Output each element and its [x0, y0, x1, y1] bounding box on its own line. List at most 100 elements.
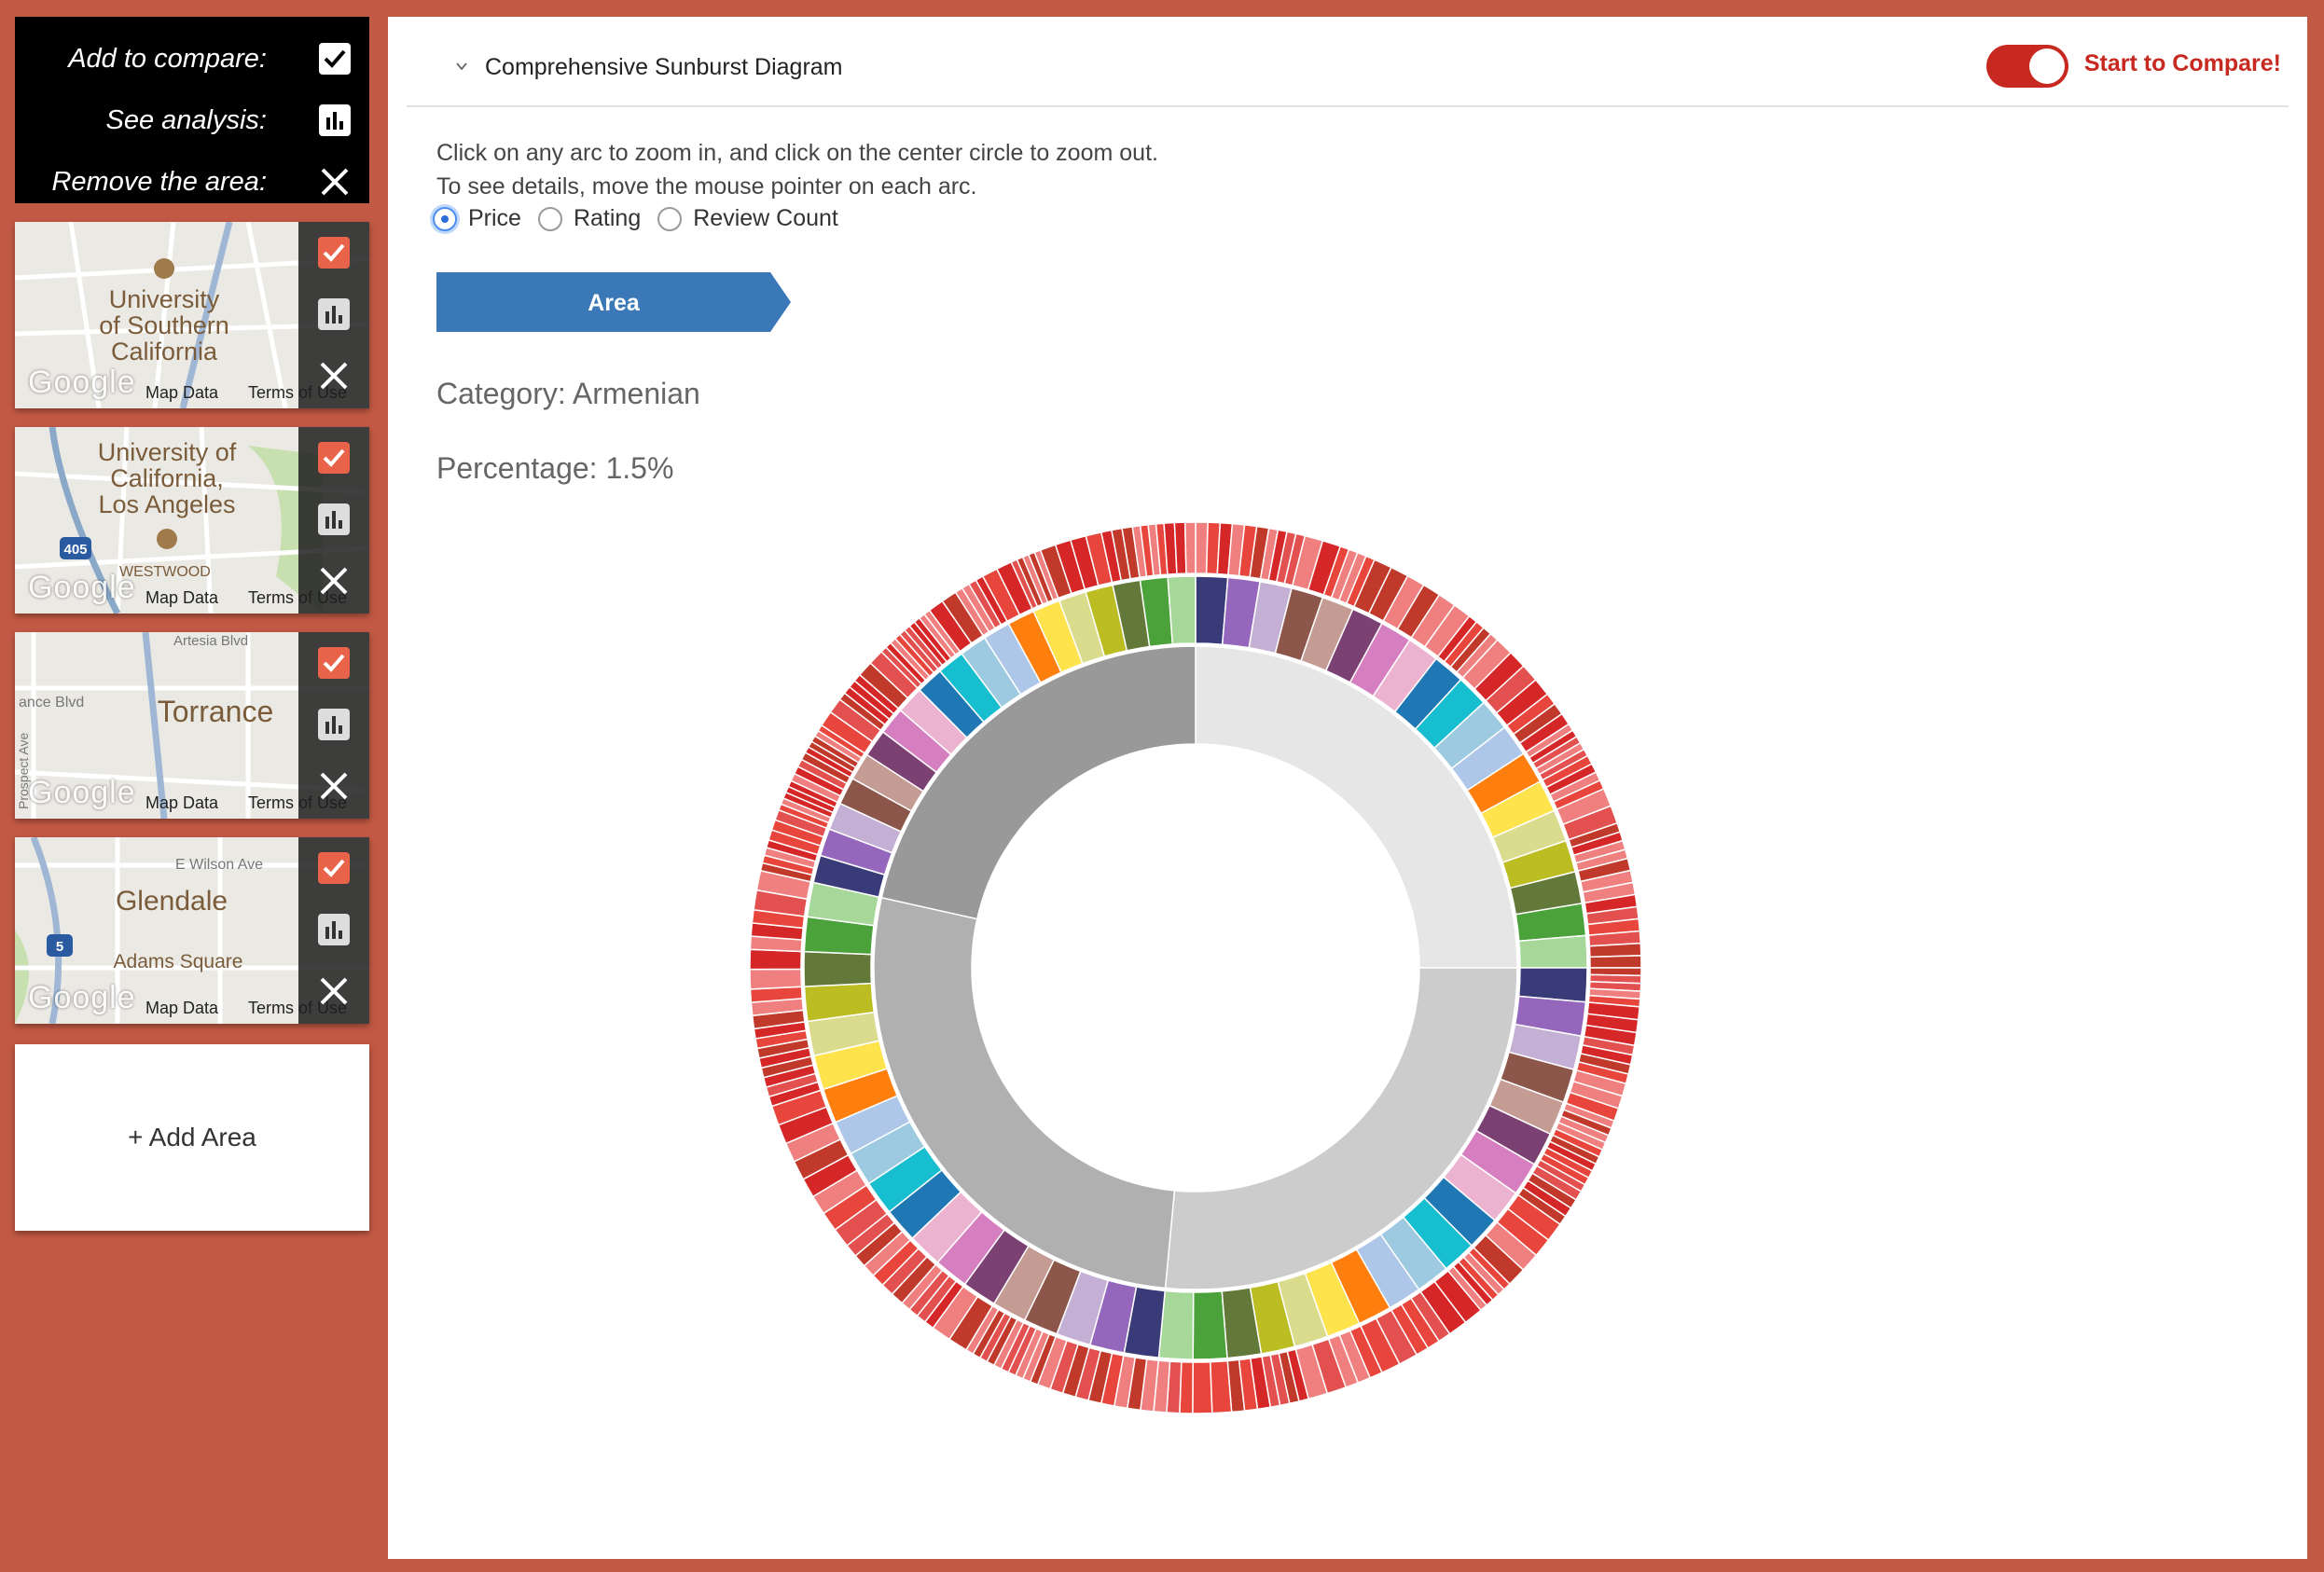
legend-analysis-label: See analysis:	[105, 104, 268, 135]
radio-rating[interactable]: Rating	[537, 205, 642, 232]
sunburst-arc-level2[interactable]	[803, 950, 873, 987]
analysis-button[interactable]	[316, 707, 352, 742]
map-street-label: E Wilson Ave	[175, 857, 263, 873]
close-icon	[320, 362, 348, 390]
radio-button[interactable]	[657, 206, 683, 231]
map-label-line: of Southern	[99, 311, 229, 339]
remove-area-button[interactable]	[316, 563, 352, 599]
analysis-button[interactable]	[316, 296, 352, 332]
compare-toggle[interactable]	[1986, 45, 2068, 88]
card-tools	[298, 632, 369, 819]
compare-toggle-label[interactable]: Start to Compare!	[2084, 50, 2281, 77]
instruction-details: To see details, move the mouse pointer o…	[436, 173, 977, 200]
bar-chart-icon	[318, 709, 350, 740]
map-label-line: Los Angeles	[98, 490, 235, 518]
remove-area-button[interactable]	[316, 973, 352, 1009]
breadcrumb[interactable]: Area	[436, 272, 791, 332]
map-label-line: California,	[110, 464, 224, 492]
close-icon	[317, 164, 353, 200]
compare-checkbox[interactable]	[316, 645, 352, 681]
analysis-button[interactable]	[316, 502, 352, 537]
sunburst-arc-level3[interactable]	[749, 968, 803, 990]
radio-button[interactable]	[537, 206, 562, 231]
radio-button-selected[interactable]	[433, 206, 457, 231]
sunburst-arc-level2[interactable]	[1192, 1290, 1228, 1360]
map-label-line: University of	[98, 438, 237, 466]
card-tools	[298, 837, 369, 1024]
legend-remove-label: Remove the area:	[51, 166, 267, 197]
freeway-shield: 5	[56, 939, 63, 955]
map-data-link[interactable]: Map Data	[145, 588, 218, 608]
map-street-label: Artesia Blvd	[173, 633, 248, 649]
area-card-torrance[interactable]: Artesia Blvd ance Blvd Prospect Ave Torr…	[15, 632, 369, 819]
sunburst-center[interactable]	[972, 744, 1419, 1192]
area-card-ucla[interactable]: 405 University of California, Los Angele…	[15, 427, 369, 614]
map-data-link[interactable]: Map Data	[145, 383, 218, 403]
close-icon	[320, 567, 348, 595]
panel-title[interactable]: Comprehensive Sunburst Diagram	[485, 54, 843, 81]
remove-area-button[interactable]	[316, 358, 352, 393]
sunburst-arc-level2[interactable]	[1167, 575, 1197, 645]
add-area-button[interactable]: + Add Area	[15, 1044, 369, 1231]
map-label-line: Torrance	[158, 695, 274, 728]
main-panel: Comprehensive Sunburst Diagram Start to …	[388, 17, 2307, 1559]
analysis-button[interactable]	[316, 912, 352, 947]
percentage-readout: Percentage: 1.5%	[436, 451, 674, 485]
card-tools	[298, 427, 369, 614]
sunburst-arc-level3[interactable]	[1589, 955, 1642, 969]
close-icon	[320, 977, 348, 1005]
google-logo: Google	[28, 980, 136, 1015]
bar-chart-icon	[317, 103, 353, 138]
legend-compare-row: Add to compare:	[15, 28, 369, 90]
map-neighborhood-label: Adams Square	[114, 951, 243, 972]
map-data-link[interactable]: Map Data	[145, 999, 218, 1018]
sunburst-arc-level3[interactable]	[749, 948, 803, 971]
checkbox-checked-icon	[318, 442, 350, 474]
radio-label: Review Count	[693, 205, 838, 231]
map-label-line: Glendale	[116, 886, 228, 917]
google-logo: Google	[28, 365, 136, 400]
sunburst-arc-level3[interactable]	[1209, 1359, 1233, 1414]
metric-radio-group: Price Rating Review Count	[433, 205, 855, 232]
sidebar-legend: Add to compare: See analysis: Remove the…	[15, 17, 369, 203]
radio-label: Price	[468, 205, 521, 231]
bar-chart-icon	[318, 914, 350, 945]
google-logo: Google	[28, 775, 136, 810]
compare-checkbox[interactable]	[316, 440, 352, 476]
map-label-line: California	[111, 338, 218, 365]
bar-chart-icon	[318, 503, 350, 535]
toggle-knob	[2029, 48, 2065, 84]
map-data-link[interactable]: Map Data	[145, 793, 218, 813]
radio-price[interactable]: Price	[433, 205, 521, 232]
bar-chart-icon	[318, 298, 350, 330]
remove-area-button[interactable]	[316, 768, 352, 804]
sunburst-chart[interactable]	[729, 502, 1662, 1434]
google-logo: Google	[28, 570, 136, 605]
sunburst-arc-level3[interactable]	[1588, 942, 1642, 958]
legend-compare-label: Add to compare:	[68, 43, 267, 74]
checkbox-checked-icon	[318, 852, 350, 884]
compare-checkbox[interactable]	[316, 235, 352, 270]
sunburst-arc-level3[interactable]	[1173, 521, 1187, 575]
checkbox-checked-icon	[318, 237, 350, 269]
sunburst-arc-level3[interactable]	[1183, 521, 1197, 574]
chevron-down-icon[interactable]	[455, 60, 468, 73]
freeway-shield: 405	[63, 542, 87, 558]
category-readout: Category: Armenian	[436, 377, 700, 410]
legend-analysis-row: See analysis:	[15, 90, 369, 151]
compare-checkbox[interactable]	[316, 850, 352, 886]
area-card-glendale[interactable]: 5 E Wilson Ave Glendale Adams Square Goo…	[15, 837, 369, 1024]
close-icon	[320, 772, 348, 800]
radio-review-count[interactable]: Review Count	[657, 205, 838, 232]
breadcrumb-label: Area	[588, 290, 641, 316]
map-label-line: University	[109, 285, 220, 313]
area-card-usc[interactable]: University of Southern California Google…	[15, 222, 369, 408]
sunburst-arc-level2[interactable]	[1518, 934, 1588, 969]
card-tools	[298, 222, 369, 408]
panel-header: Comprehensive Sunburst Diagram Start to …	[407, 17, 2289, 107]
checkbox-icon	[317, 41, 353, 76]
sunburst-arc-level3[interactable]	[1192, 1360, 1213, 1414]
checkbox-checked-icon	[318, 647, 350, 679]
radio-label: Rating	[573, 205, 642, 231]
map-street-label: ance Blvd	[19, 695, 84, 710]
